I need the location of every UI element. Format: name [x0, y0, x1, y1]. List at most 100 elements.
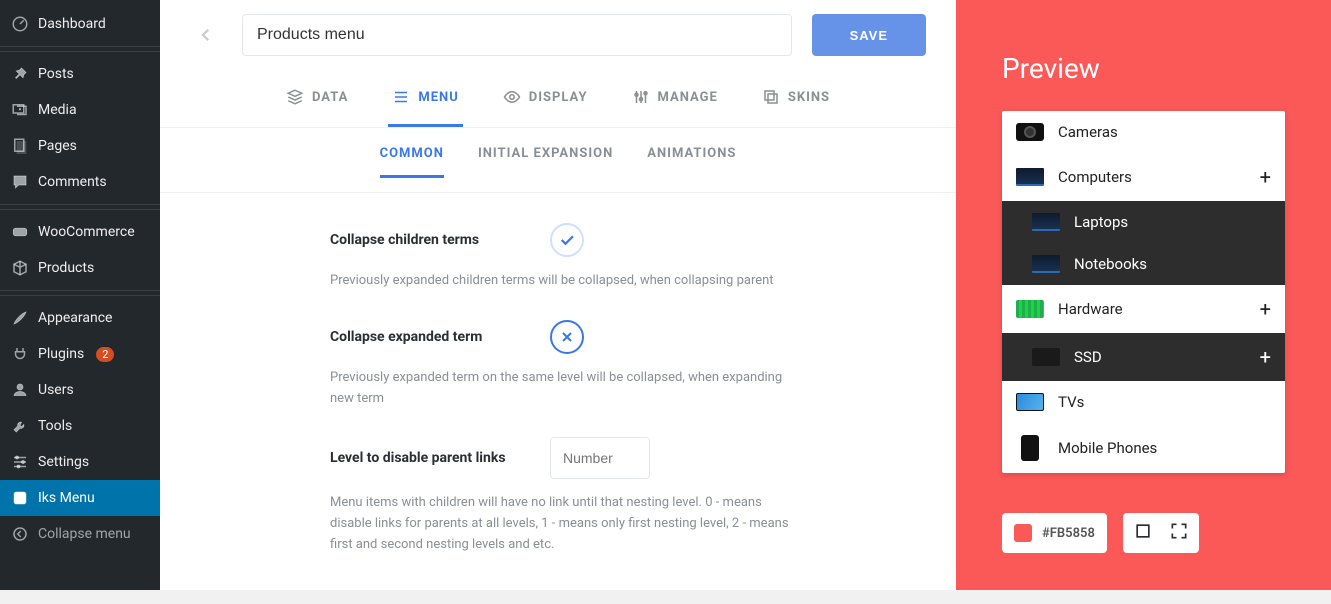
preview-item-hardware[interactable]: Hardware + [1002, 285, 1285, 333]
preview-menu: Cameras Computers + Laptops Notebooks Ha… [1002, 111, 1285, 473]
sidebar-item-appearance[interactable]: Appearance [0, 300, 160, 336]
sidebar-item-label: Media [38, 102, 77, 118]
menu-title-input[interactable] [242, 14, 792, 56]
preview-view-controls [1123, 513, 1199, 553]
preview-item-label: Hardware [1058, 300, 1123, 318]
sidebar-item-label: Comments [38, 174, 107, 190]
sidebar-item-iks-menu[interactable]: Iks Menu [0, 480, 160, 516]
eye-icon [503, 88, 521, 106]
tab-label: DISPLAY [529, 90, 588, 105]
tab-data[interactable]: DATA [282, 78, 352, 127]
setting-disable-links: Level to disable parent links Menu items… [330, 437, 916, 555]
sidebar-item-label: Pages [38, 138, 77, 154]
sidebar-item-label: Appearance [38, 310, 112, 326]
preview-footer: #FB5858 [1002, 513, 1285, 553]
sidebar-item-users[interactable]: Users [0, 372, 160, 408]
preview-item-label: Laptops [1074, 213, 1128, 231]
color-swatch [1014, 524, 1032, 542]
sidebar-item-label: Collapse menu [38, 526, 131, 542]
fullscreen-button[interactable] [1169, 521, 1189, 545]
sidebar-item-products[interactable]: Products [0, 250, 160, 286]
check-icon [558, 231, 576, 249]
disable-links-input[interactable] [550, 437, 650, 479]
sidebar-collapse[interactable]: Collapse menu [0, 516, 160, 552]
preview-item-label: Cameras [1058, 123, 1118, 141]
subtab-initial-expansion[interactable]: INITIAL EXPANSION [478, 146, 613, 178]
preview-item-ssd[interactable]: SSD + [1002, 333, 1285, 381]
sidebar-item-label: Plugins [38, 346, 84, 362]
preview-title: Preview [1002, 52, 1285, 85]
sidebar-item-label: Iks Menu [38, 490, 95, 506]
ssd-icon [1032, 348, 1060, 366]
preview-item-label: SSD [1074, 348, 1102, 366]
setting-help: Previously expanded children terms will … [330, 271, 790, 292]
setting-collapse-expanded: Collapse expanded term Previously expand… [330, 320, 916, 410]
sidebar-item-settings[interactable]: Settings [0, 444, 160, 480]
sidebar-item-posts[interactable]: Posts [0, 56, 160, 92]
preview-item-label: Notebooks [1074, 255, 1147, 273]
preview-item-label: Mobile Phones [1058, 439, 1157, 457]
woocommerce-icon [10, 222, 30, 242]
sidebar-item-dashboard[interactable]: Dashboard [0, 6, 160, 42]
color-picker[interactable]: #FB5858 [1002, 513, 1107, 553]
tab-label: MANAGE [658, 90, 718, 105]
hardware-icon [1016, 300, 1044, 318]
pin-icon [10, 64, 30, 84]
setting-help: Menu items with children will have no li… [330, 493, 790, 555]
sidebar-item-woocommerce[interactable]: WooCommerce [0, 214, 160, 250]
expand-icon[interactable]: + [1260, 165, 1271, 189]
sidebar-item-tools[interactable]: Tools [0, 408, 160, 444]
settings-panel: Collapse children terms Previously expan… [160, 193, 956, 604]
setting-collapse-children: Collapse children terms Previously expan… [330, 223, 916, 292]
grid-view-button[interactable] [1133, 521, 1153, 545]
subtab-common[interactable]: COMMON [380, 146, 444, 178]
media-icon [10, 100, 30, 120]
x-icon [559, 329, 575, 345]
save-button[interactable]: SAVE [812, 14, 926, 56]
tab-display[interactable]: DISPLAY [499, 78, 592, 127]
sidebar-separator [0, 204, 160, 210]
sidebar-item-label: Tools [38, 418, 72, 434]
laptop-icon [1016, 168, 1044, 186]
sidebar-item-label: Dashboard [38, 16, 106, 32]
sidebar-item-label: Posts [38, 66, 74, 82]
sidebar-separator [0, 46, 160, 52]
preview-item-mobile-phones[interactable]: Mobile Phones [1002, 423, 1285, 473]
expand-icon[interactable]: + [1260, 297, 1271, 321]
preview-item-laptops[interactable]: Laptops [1002, 201, 1285, 243]
preview-item-notebooks[interactable]: Notebooks [1002, 243, 1285, 285]
tools-icon [10, 416, 30, 436]
comments-icon [10, 172, 30, 192]
products-icon [10, 258, 30, 278]
tv-icon [1016, 393, 1044, 411]
subtab-animations[interactable]: ANIMATIONS [647, 146, 736, 178]
expand-icon[interactable]: + [1260, 345, 1271, 369]
sliders-icon [632, 88, 650, 106]
main-tabs: DATA MENU DISPLAY MANAGE SKINS [160, 78, 956, 128]
dashboard-icon [10, 14, 30, 34]
tab-skins[interactable]: SKINS [758, 78, 834, 127]
tab-menu[interactable]: MENU [388, 78, 462, 127]
camera-icon [1016, 123, 1044, 141]
sidebar-item-media[interactable]: Media [0, 92, 160, 128]
brush-icon [10, 308, 30, 328]
plug-icon [10, 344, 30, 364]
admin-sidebar: Dashboard Posts Media Pages Comments Woo… [0, 0, 160, 590]
tab-label: DATA [312, 90, 348, 105]
toggle-collapse-children[interactable] [550, 223, 584, 257]
sidebar-item-pages[interactable]: Pages [0, 128, 160, 164]
color-value: #FB5858 [1042, 526, 1095, 541]
sidebar-item-plugins[interactable]: Plugins 2 [0, 336, 160, 372]
plugins-badge: 2 [96, 347, 114, 362]
copy-icon [762, 88, 780, 106]
preview-item-computers[interactable]: Computers + [1002, 153, 1285, 201]
preview-item-cameras[interactable]: Cameras [1002, 111, 1285, 153]
toggle-collapse-expanded[interactable] [550, 320, 584, 354]
preview-item-tvs[interactable]: TVs [1002, 381, 1285, 423]
tab-manage[interactable]: MANAGE [628, 78, 722, 127]
laptop-icon [1032, 213, 1060, 231]
sidebar-item-comments[interactable]: Comments [0, 164, 160, 200]
preview-panel: Preview Cameras Computers + Laptops Note… [956, 0, 1331, 590]
setting-label: Level to disable parent links [330, 450, 520, 466]
back-button[interactable] [190, 19, 222, 51]
